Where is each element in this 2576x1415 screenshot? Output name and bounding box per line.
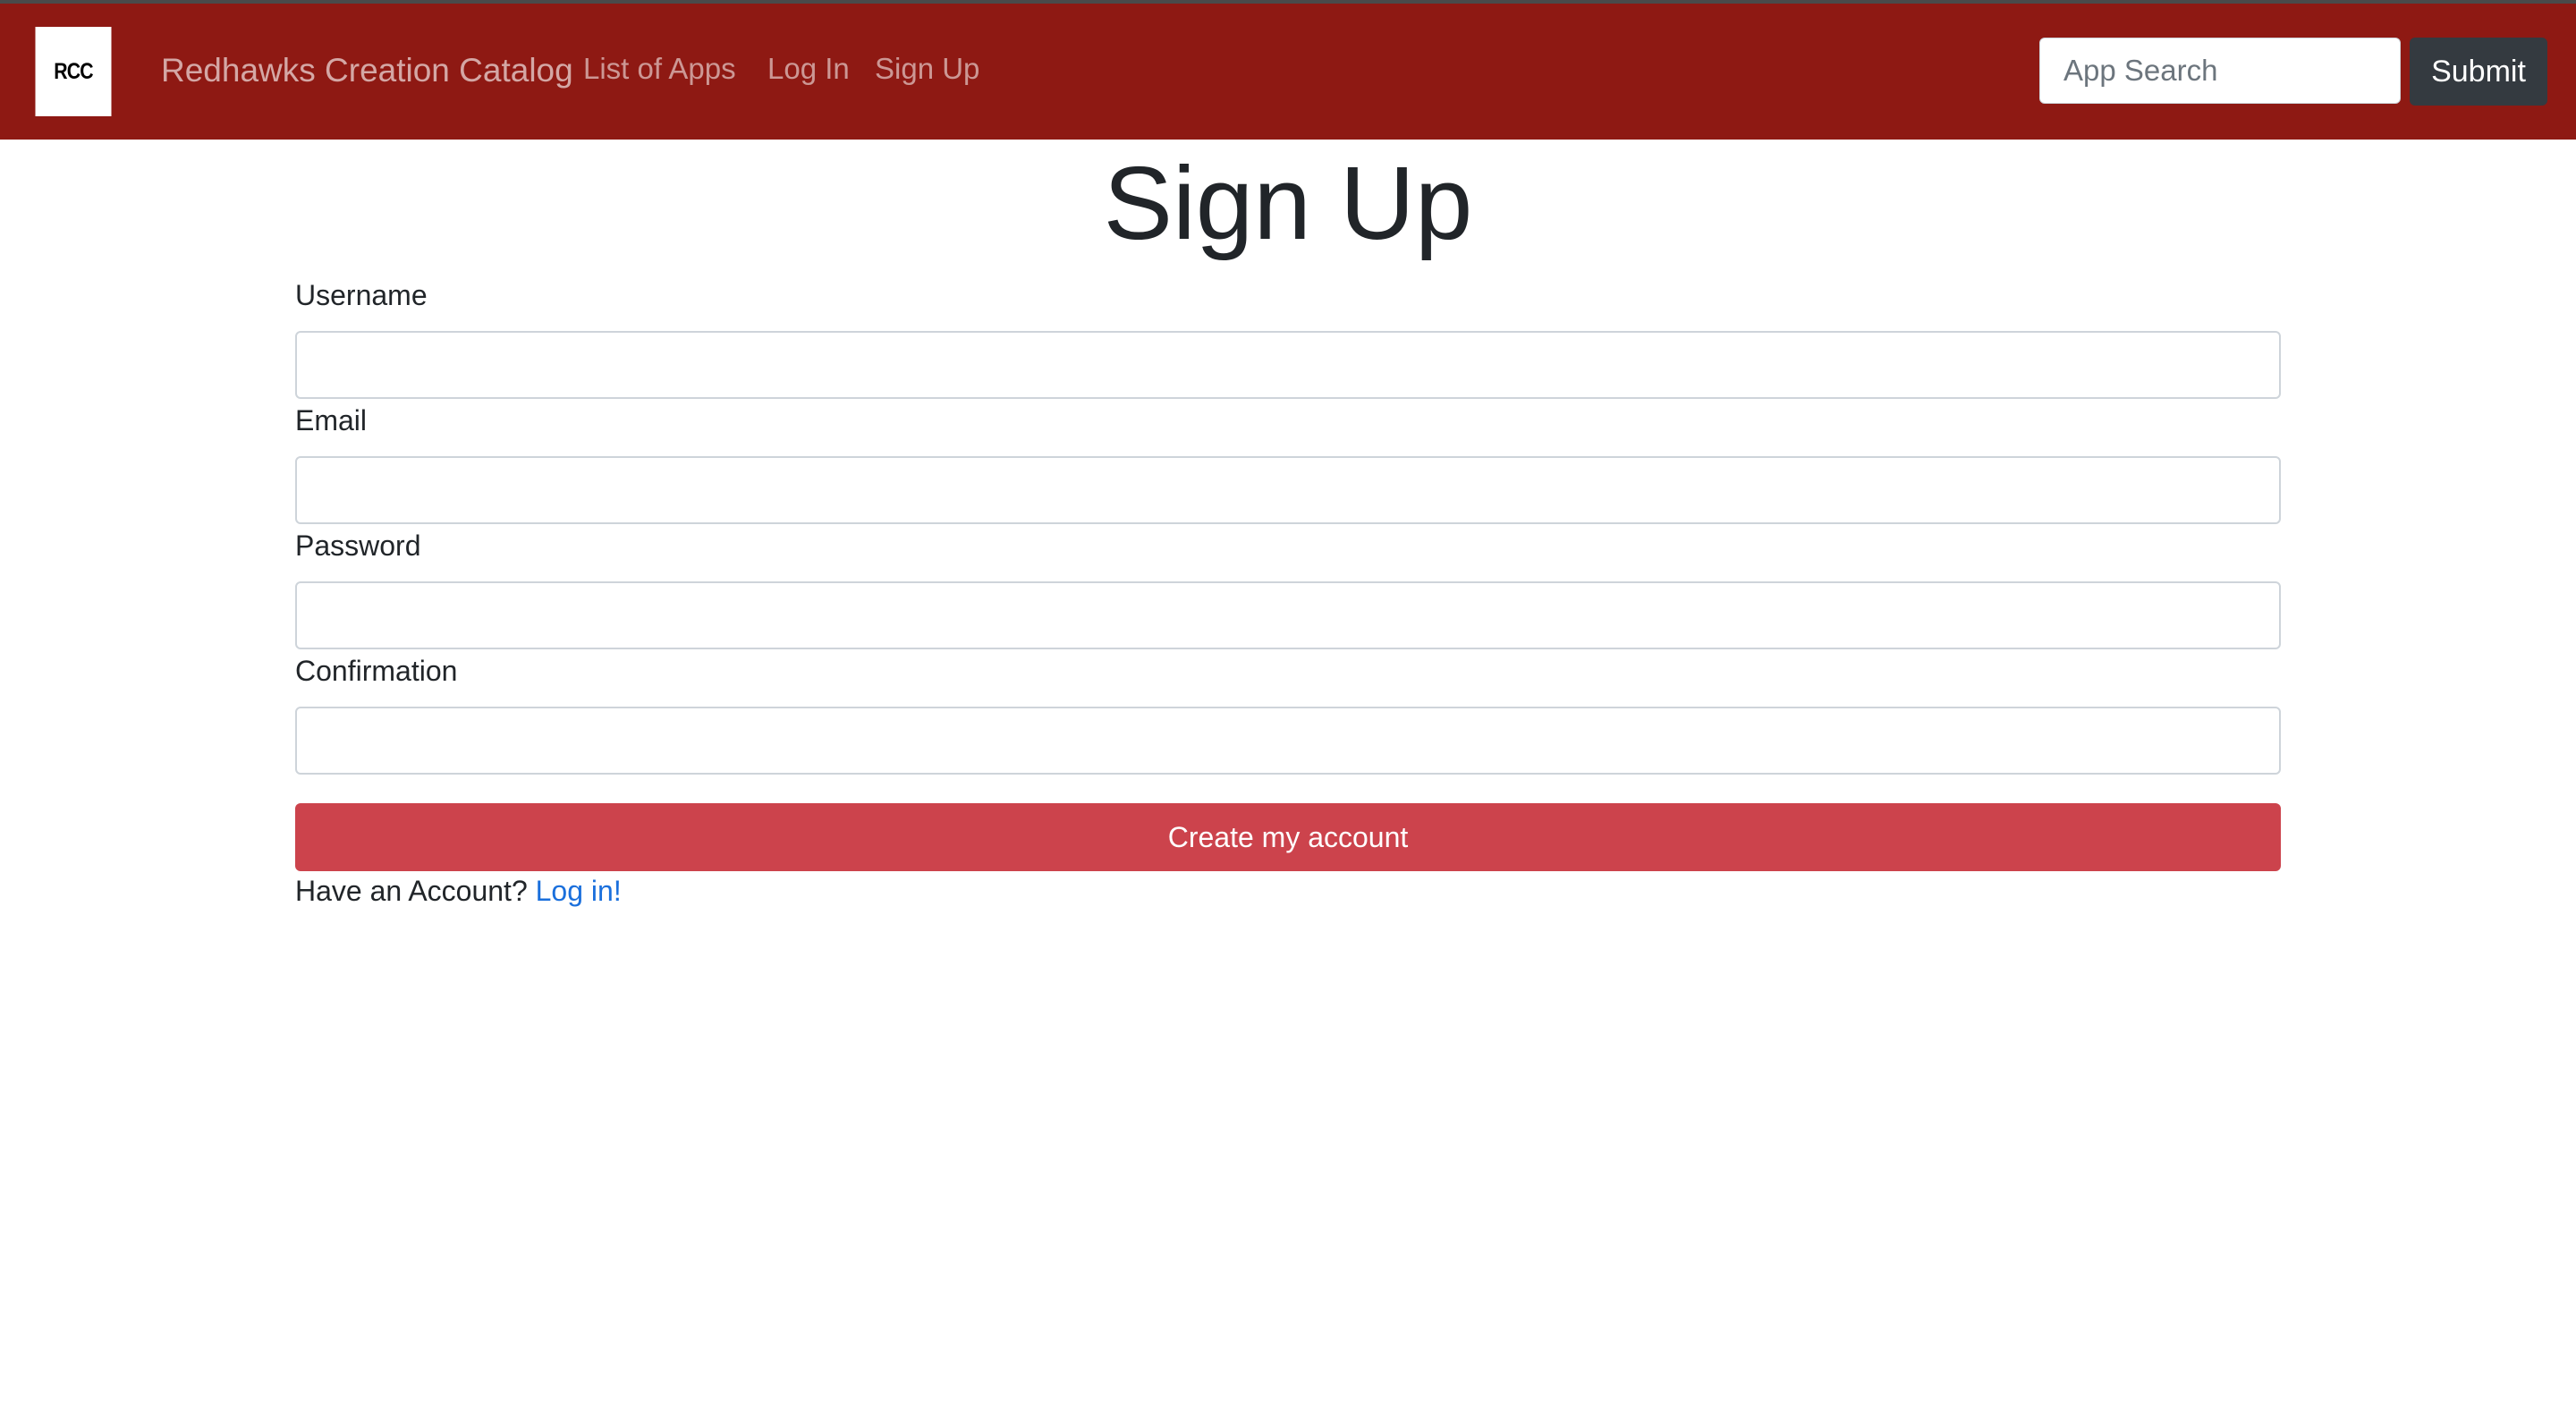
have-account-text: Have an Account? [295, 875, 528, 907]
email-field[interactable] [295, 456, 2281, 524]
app-search-input[interactable] [2039, 38, 2401, 104]
create-account-button[interactable]: Create my account [295, 803, 2281, 871]
nav-list-of-apps[interactable]: List of Apps [583, 52, 736, 86]
brand-link[interactable]: Redhawks Creation Catalog [161, 52, 573, 89]
nav-sign-up[interactable]: Sign Up [875, 52, 979, 86]
nav-log-in[interactable]: Log In [767, 52, 850, 86]
log-in-link[interactable]: Log in! [536, 875, 622, 907]
username-label: Username [295, 279, 428, 311]
login-prompt: Have an Account? Log in! [295, 875, 622, 908]
search-submit-button[interactable]: Submit [2410, 38, 2547, 106]
email-label: Email [295, 404, 368, 436]
password-field[interactable] [295, 581, 2281, 649]
navbar: RCC Redhawks Creation Catalog List of Ap… [0, 4, 2576, 140]
page-title: Sign Up [1103, 145, 1473, 261]
rcc-logo[interactable]: RCC [35, 27, 112, 116]
username-field[interactable] [295, 331, 2281, 399]
password-label: Password [295, 530, 421, 562]
confirmation-field[interactable] [295, 707, 2281, 775]
confirmation-label: Confirmation [295, 655, 458, 687]
